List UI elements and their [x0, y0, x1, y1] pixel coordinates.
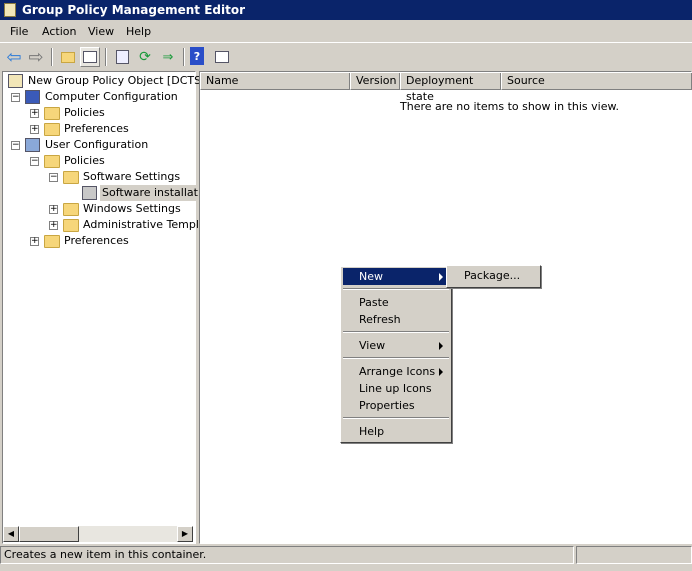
collapse-icon[interactable]: − — [30, 157, 39, 166]
software-install-icon — [82, 186, 97, 200]
properties-icon[interactable] — [112, 47, 132, 67]
computer-icon — [25, 90, 40, 104]
folder-icon — [44, 123, 60, 136]
tree-item-label: New Group Policy Object [DCTSP1. — [28, 74, 219, 87]
folder-icon — [63, 203, 79, 216]
tree-item-label: Policies — [64, 106, 105, 119]
folder-icon — [44, 235, 60, 248]
expand-icon[interactable]: + — [30, 109, 39, 118]
menu-bar: File Action View Help — [0, 21, 692, 43]
menu-item-line-up-icons[interactable]: Line up Icons — [343, 380, 449, 397]
tree-item-label: Software Settings — [83, 170, 181, 183]
tree-item-preferences[interactable]: + Preferences — [3, 233, 193, 249]
column-source[interactable]: Source — [501, 73, 692, 90]
status-text: Creates a new item in this container. — [0, 546, 574, 564]
column-version[interactable]: Version — [350, 73, 400, 90]
menu-item-package[interactable]: Package... — [464, 269, 520, 282]
status-bar: Creates a new item in this container. — [0, 545, 692, 565]
scroll-thumb[interactable] — [19, 526, 79, 542]
menu-item-label: View — [359, 339, 386, 352]
tree-item-software-settings[interactable]: − Software Settings — [3, 169, 193, 185]
tree-item-user-configuration[interactable]: − User Configuration — [3, 137, 193, 153]
tree-item-computer-configuration[interactable]: − Computer Configuration — [3, 89, 193, 105]
tree-item-new-group-policy-object-dctsp1[interactable]: New Group Policy Object [DCTSP1. — [3, 73, 218, 89]
column-deployment-state[interactable]: Deployment state — [400, 73, 501, 103]
tree-horizontal-scrollbar[interactable]: ◀ ▶ — [3, 526, 193, 542]
menu-item-label: Properties — [359, 399, 415, 412]
expand-icon[interactable]: + — [30, 237, 39, 246]
up-folder-icon[interactable] — [58, 47, 78, 67]
scroll-right-button[interactable]: ▶ — [177, 526, 193, 542]
menu-item-refresh[interactable]: Refresh — [343, 311, 449, 328]
export-list-icon[interactable]: ⇒ — [158, 47, 178, 67]
scroll-left-button[interactable]: ◀ — [3, 526, 19, 542]
expand-icon[interactable]: + — [30, 125, 39, 134]
menu-item-paste[interactable]: Paste — [343, 294, 449, 311]
empty-list-message: There are no items to show in this view. — [400, 100, 619, 113]
context-menu: New Paste Refresh View Arrange Icons Line up … — [340, 266, 452, 443]
collapse-icon[interactable]: − — [49, 173, 58, 182]
gpo-scroll-icon — [4, 3, 16, 17]
tree-item-label: User Configuration — [45, 138, 149, 151]
user-icon — [25, 138, 40, 152]
menu-item-label: Refresh — [359, 313, 401, 326]
expand-icon[interactable]: + — [49, 221, 58, 230]
menu-item-arrange-icons[interactable]: Arrange Icons — [343, 363, 449, 380]
column-name[interactable]: Name — [200, 73, 350, 90]
menu-separator — [343, 288, 449, 290]
tree-item-label: Computer Configuration — [45, 90, 178, 103]
help-icon[interactable]: ? — [190, 47, 204, 65]
menu-help[interactable]: Help — [126, 25, 151, 38]
show-hide-tree-icon[interactable] — [80, 47, 100, 67]
submenu-arrow-icon — [439, 273, 443, 281]
tree-item-label: Policies — [64, 154, 105, 167]
tree-item-software-installatic[interactable]: Software installatic — [3, 185, 210, 201]
status-panel — [576, 546, 692, 564]
tree-item-policies[interactable]: − Policies — [3, 153, 193, 169]
collapse-icon[interactable]: − — [11, 141, 20, 150]
menu-item-new[interactable]: New — [343, 268, 449, 285]
tree-pane: New Group Policy Object [DCTSP1. − Compute… — [2, 71, 218, 544]
refresh-icon[interactable]: ⟳ — [135, 47, 155, 67]
new-submenu: Package... — [446, 265, 541, 288]
menu-separator — [343, 417, 449, 419]
menu-separator — [343, 357, 449, 359]
tree-item-administrative-templat[interactable]: + Administrative Templat — [3, 217, 210, 233]
tree-item-policies[interactable]: + Policies — [3, 105, 193, 121]
menu-item-help[interactable]: Help — [343, 423, 449, 440]
menu-item-properties[interactable]: Properties — [343, 397, 449, 414]
menu-separator — [343, 331, 449, 333]
tree-item-label: Windows Settings — [83, 202, 181, 215]
menu-item-label: Paste — [359, 296, 389, 309]
menu-item-label: Line up Icons — [359, 382, 432, 395]
submenu-arrow-icon — [439, 342, 443, 350]
menu-item-view[interactable]: View — [343, 337, 449, 354]
tree-item-label: Preferences — [64, 234, 129, 247]
show-action-pane-icon[interactable] — [212, 47, 232, 67]
menu-action[interactable]: Action — [42, 25, 76, 38]
menu-item-label: Help — [359, 425, 385, 438]
menu-view[interactable]: View — [88, 25, 114, 38]
forward-arrow-icon[interactable]: ⇨ — [26, 47, 46, 68]
folder-icon — [44, 107, 60, 120]
tree-item-label: Preferences — [64, 122, 129, 135]
tree-item-label: Software installatic — [100, 185, 210, 201]
folder-icon — [44, 155, 60, 168]
menu-item-label: New — [359, 270, 383, 283]
back-arrow-icon[interactable]: ⇦ — [4, 47, 24, 68]
expand-icon[interactable]: + — [49, 205, 58, 214]
submenu-arrow-icon — [439, 368, 443, 376]
menu-item-label: Arrange Icons — [359, 365, 436, 378]
title-bar: Group Policy Management Editor — [0, 0, 692, 20]
tree-item-label: Administrative Templat — [83, 218, 210, 231]
menu-file[interactable]: File — [10, 25, 28, 38]
folder-icon — [63, 171, 79, 184]
collapse-icon[interactable]: − — [11, 93, 20, 102]
gpo-scroll-icon — [8, 74, 23, 88]
folder-icon — [63, 219, 79, 232]
toolbar: ⇦ ⇨ ⟳ ⇒ ? — [0, 44, 692, 70]
tree-item-preferences[interactable]: + Preferences — [3, 121, 193, 137]
window-title: Group Policy Management Editor — [22, 3, 246, 17]
tree-item-windows-settings[interactable]: + Windows Settings — [3, 201, 193, 217]
